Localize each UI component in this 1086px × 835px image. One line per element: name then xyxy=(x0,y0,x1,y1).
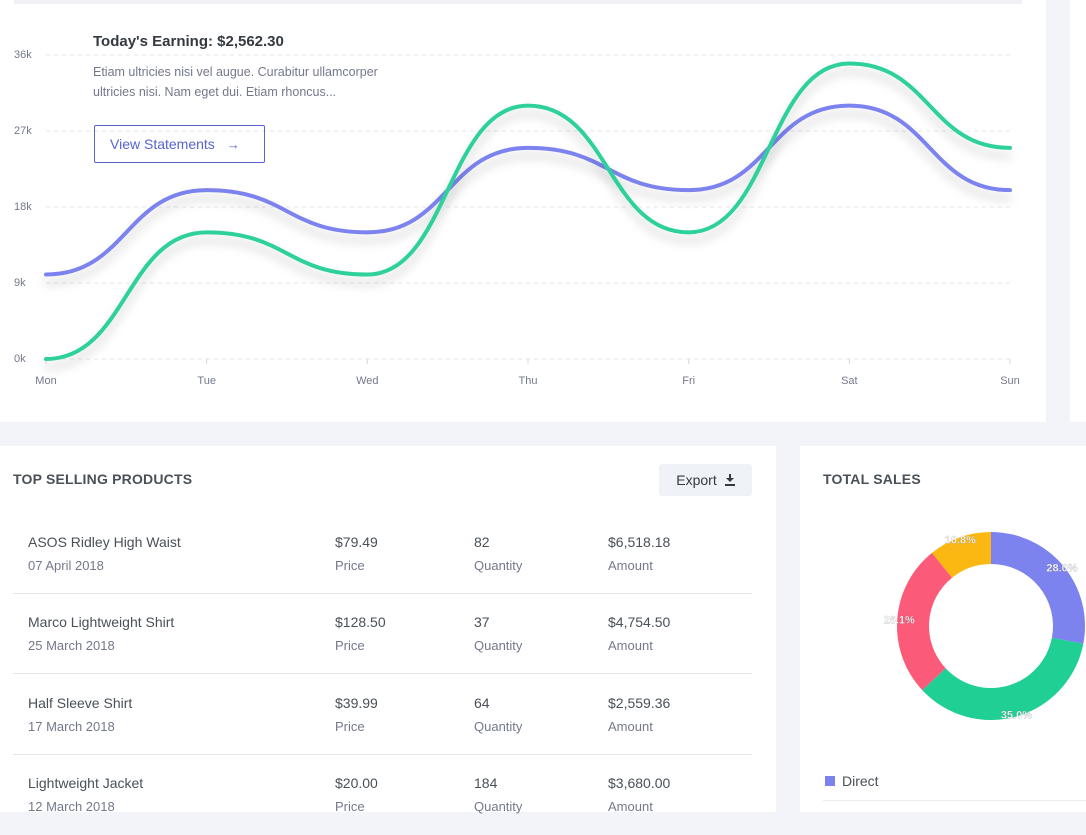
amount-cell: $3,680.00 Amount xyxy=(608,775,670,814)
donut-slice-label: 28.0% xyxy=(1046,562,1077,574)
quantity-cell: 64 Quantity xyxy=(474,695,522,734)
total-sales-donut-chart: 28.0% 35.0% 26.1% 10.8% xyxy=(883,532,1085,722)
amount-label: Amount xyxy=(608,719,653,734)
product-cell: Marco Lightweight Shirt 25 March 2018 xyxy=(28,614,174,653)
price-label: Price xyxy=(335,638,365,653)
product-date: 07 April 2018 xyxy=(28,558,104,573)
donut-slice-label: 10.8% xyxy=(945,534,976,546)
donut-slice-label: 26.1% xyxy=(884,614,915,626)
y-tick-label: 9k xyxy=(14,277,26,289)
quantity-label: Quantity xyxy=(474,719,523,734)
amount-label: Amount xyxy=(608,638,653,653)
product-name: ASOS Ridley High Waist xyxy=(28,534,181,550)
x-tick-label: Wed xyxy=(356,375,378,387)
donut-slice[interactable] xyxy=(991,532,1085,644)
total-sales-title: TOTAL SALES xyxy=(823,471,921,487)
product-cell: Lightweight Jacket 12 March 2018 xyxy=(28,775,143,814)
quantity-label: Quantity xyxy=(474,638,523,653)
product-name: Half Sleeve Shirt xyxy=(28,695,133,711)
product-price: $79.49 xyxy=(335,534,378,550)
product-quantity: 82 xyxy=(474,534,490,550)
product-price: $128.50 xyxy=(335,614,386,630)
price-cell: $79.49 Price xyxy=(335,534,378,573)
price-label: Price xyxy=(335,719,365,734)
product-cell: Half Sleeve Shirt 17 March 2018 xyxy=(28,695,132,734)
export-label: Export xyxy=(676,472,717,488)
quantity-cell: 82 Quantity xyxy=(474,534,522,573)
legend-label: Direct xyxy=(842,773,879,789)
quantity-cell: 184 Quantity xyxy=(474,775,522,814)
y-tick-label: 18k xyxy=(14,201,32,213)
todays-earning-title: Today's Earning: $2,562.30 xyxy=(93,33,284,50)
y-tick-label: 0k xyxy=(14,353,26,365)
product-date: 17 March 2018 xyxy=(28,719,115,734)
product-date: 25 March 2018 xyxy=(28,638,115,653)
table-row[interactable]: Lightweight Jacket 12 March 2018 $20.00 … xyxy=(13,755,752,835)
right-card-edge xyxy=(1070,0,1086,422)
product-name: Marco Lightweight Shirt xyxy=(28,614,175,630)
product-quantity: 37 xyxy=(474,614,490,630)
legend-swatch xyxy=(825,776,835,786)
donut-slice-label: 35.0% xyxy=(1001,709,1032,721)
product-price: $39.99 xyxy=(335,695,378,711)
products-section-title: TOP SELLING PRODUCTS xyxy=(13,471,193,487)
table-row[interactable]: Marco Lightweight Shirt 25 March 2018 $1… xyxy=(13,594,752,674)
product-name: Lightweight Jacket xyxy=(28,775,144,791)
price-cell: $20.00 Price xyxy=(335,775,378,814)
view-statements-label: View Statements xyxy=(110,136,215,152)
product-amount: $4,754.50 xyxy=(608,614,671,630)
price-cell: $128.50 Price xyxy=(335,614,386,653)
price-label: Price xyxy=(335,558,365,573)
product-amount: $3,680.00 xyxy=(608,775,671,791)
x-tick-label: Fri xyxy=(682,375,695,387)
y-tick-label: 36k xyxy=(14,49,32,61)
legend-item-direct[interactable]: Direct xyxy=(825,773,879,789)
x-tick-label: Thu xyxy=(519,375,538,387)
export-button[interactable]: Export xyxy=(659,464,752,496)
product-quantity: 184 xyxy=(474,775,498,791)
table-row[interactable]: ASOS Ridley High Waist 07 April 2018 $79… xyxy=(13,514,752,594)
earning-description: Etiam ultricies nisi vel augue. Curabitu… xyxy=(93,65,378,99)
view-statements-button[interactable]: View Statements → xyxy=(94,125,265,163)
x-tick-label: Sat xyxy=(841,375,858,387)
product-amount: $6,518.18 xyxy=(608,534,671,550)
product-cell: ASOS Ridley High Waist 07 April 2018 xyxy=(28,534,181,573)
donut-slice[interactable] xyxy=(922,637,1084,720)
product-amount: $2,559.36 xyxy=(608,695,671,711)
product-price: $20.00 xyxy=(335,775,378,791)
quantity-label: Quantity xyxy=(474,558,523,573)
amount-cell: $2,559.36 Amount xyxy=(608,695,670,734)
amount-cell: $4,754.50 Amount xyxy=(608,614,670,653)
table-row[interactable]: Half Sleeve Shirt 17 March 2018 $39.99 P… xyxy=(13,675,752,755)
arrow-right-icon: → xyxy=(226,136,240,152)
legend-divider xyxy=(823,800,1086,801)
price-cell: $39.99 Price xyxy=(335,695,378,734)
x-tick-label: Mon xyxy=(35,375,56,387)
x-tick-label: Sun xyxy=(1000,375,1020,387)
product-quantity: 64 xyxy=(474,695,490,711)
y-tick-label: 27k xyxy=(14,125,32,137)
download-icon xyxy=(724,474,735,486)
quantity-cell: 37 Quantity xyxy=(474,614,522,653)
amount-cell: $6,518.18 Amount xyxy=(608,534,670,573)
x-tick-label: Tue xyxy=(197,375,216,387)
amount-label: Amount xyxy=(608,558,653,573)
